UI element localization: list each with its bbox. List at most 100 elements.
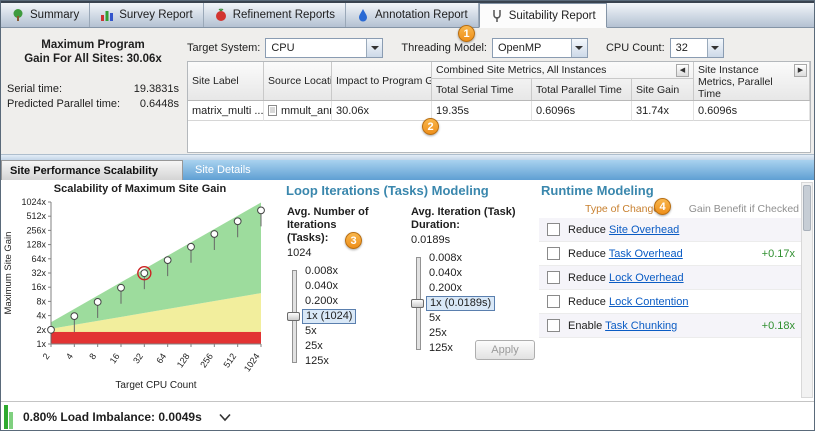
cell-site-gain[interactable]: 31.74x: [632, 101, 694, 121]
slider-option[interactable]: 25x: [302, 339, 356, 354]
threading-model-value: OpenMP: [498, 42, 541, 54]
target-system-label: Target System:: [187, 42, 260, 54]
cell-source-location[interactable]: mmult_ann ...: [264, 101, 332, 121]
runtime-change-link[interactable]: Lock Overhead: [609, 272, 684, 284]
column-header-total-serial-time[interactable]: Total Serial Time: [432, 79, 532, 100]
slider-option[interactable]: 0.008x: [426, 251, 495, 266]
runtime-change-checkbox[interactable]: [547, 319, 560, 332]
report-tabbar: Summary Survey Report Refinement Reports…: [1, 1, 814, 28]
table-row[interactable]: matrix_multi ... mmult_ann ... 30.06x 19…: [188, 101, 810, 121]
cell-impact[interactable]: 30.06x: [332, 101, 432, 121]
svg-text:2: 2: [41, 351, 52, 361]
scroll-left-icon[interactable]: ◀: [676, 64, 689, 77]
cell-total-parallel-time[interactable]: 0.6096s: [532, 101, 632, 121]
tab-summary[interactable]: Summary: [1, 3, 90, 27]
svg-text:128x: 128x: [26, 240, 46, 250]
slider-option[interactable]: 0.040x: [426, 266, 495, 281]
svg-text:1024: 1024: [242, 351, 262, 373]
slider-options: 0.008x0.040x0.200x1x (1024)5x25x125x: [302, 264, 356, 369]
svg-text:32x: 32x: [31, 268, 46, 278]
runtime-change-checkbox[interactable]: [547, 247, 560, 260]
serial-time-label: Serial time:: [7, 82, 62, 97]
column-header-total-parallel-time[interactable]: Total Parallel Time: [532, 79, 632, 100]
runtime-change-label: Reduce Task Overhead: [568, 248, 762, 260]
runtime-change-checkbox[interactable]: [547, 223, 560, 236]
column-header-site-label[interactable]: Site Label: [188, 62, 264, 100]
threading-model-select[interactable]: OpenMP: [492, 38, 588, 58]
duration-modeling-column: Avg. Iteration (Task) Duration: 0.0189s …: [411, 206, 531, 356]
vertical-scrollbar[interactable]: [801, 182, 813, 398]
slider-option[interactable]: 125x: [302, 354, 356, 369]
slider-option[interactable]: 0.040x: [302, 279, 356, 294]
svg-text:32: 32: [131, 351, 145, 365]
tab-suitability-report[interactable]: Suitability Report: [479, 3, 607, 28]
gain-summary: Maximum Program Gain For All Sites: 30.0…: [7, 38, 179, 112]
column-header-source-location[interactable]: Source Location: [264, 62, 332, 100]
slider-handle[interactable]: [287, 312, 300, 321]
tab-site-details[interactable]: Site Details: [195, 164, 251, 176]
slider-track[interactable]: [287, 264, 302, 369]
tab-label: Suitability Report: [509, 10, 596, 22]
tab-site-performance-scalability[interactable]: Site Performance Scalability: [1, 160, 183, 180]
runtime-modeling-rows: Reduce Site OverheadReduce Task Overhead…: [539, 218, 801, 338]
apply-button[interactable]: Apply: [475, 340, 535, 360]
slider-option[interactable]: 0.200x: [302, 294, 356, 309]
step-badge-3: 3: [345, 232, 362, 249]
dropdown-arrow-icon[interactable]: [571, 39, 587, 57]
slider-option[interactable]: 25x: [426, 326, 495, 341]
slider-track[interactable]: [411, 251, 426, 356]
duration-label-line2: Duration:: [411, 219, 531, 232]
runtime-change-label: Reduce Lock Contention: [568, 296, 795, 308]
step-badge-4: 4: [654, 198, 671, 215]
survey-report-icon: [100, 8, 114, 22]
tab-annotation-report[interactable]: Annotation Report: [346, 3, 479, 27]
svg-text:128: 128: [175, 351, 192, 369]
svg-text:8x: 8x: [36, 296, 46, 306]
cpu-count-select[interactable]: 32: [670, 38, 724, 58]
load-imbalance-bar: 0.80% Load Imbalance: 0.0049s: [1, 401, 814, 431]
load-imbalance-bars-icon: [4, 405, 13, 429]
gain-benefit-value: +0.17x: [762, 248, 795, 260]
cpu-count-label: CPU Count:: [606, 42, 665, 54]
site-metrics-table: Site Label Source Location Impact to Pro…: [187, 61, 811, 153]
slider-option[interactable]: 5x: [426, 311, 495, 326]
dropdown-arrow-icon[interactable]: [366, 39, 382, 57]
scrollbar-thumb[interactable]: [803, 185, 811, 231]
iterations-slider: 0.008x0.040x0.200x1x (1024)5x25x125x: [287, 264, 407, 369]
threading-model-label: Threading Model:: [401, 42, 487, 54]
target-system-select[interactable]: CPU: [265, 38, 383, 58]
column-header-site-gain[interactable]: Site Gain: [632, 79, 694, 100]
cell-instance-parallel-time[interactable]: 0.6096s: [694, 101, 810, 121]
column-header-impact[interactable]: Impact to Program Gain: [332, 62, 432, 100]
predicted-parallel-time-value: 0.6448s: [140, 97, 179, 112]
slider-option[interactable]: 5x: [302, 324, 356, 339]
slider-option[interactable]: 0.200x: [426, 281, 495, 296]
chevron-down-icon[interactable]: [218, 413, 232, 422]
runtime-change-checkbox[interactable]: [547, 271, 560, 284]
runtime-change-link[interactable]: Task Chunking: [605, 320, 677, 332]
slider-option[interactable]: 0.008x: [302, 264, 356, 279]
slider-option[interactable]: 1x (0.0189s): [426, 296, 495, 311]
max-gain-title-line1: Maximum Program: [7, 38, 179, 52]
slider-option[interactable]: 1x (1024): [302, 309, 356, 324]
runtime-change-link[interactable]: Task Overhead: [609, 248, 683, 260]
annotation-report-icon: [356, 8, 370, 22]
runtime-change-row: Enable Task Chunking+0.18x: [539, 314, 801, 338]
cell-total-serial-time[interactable]: 19.35s: [432, 101, 532, 121]
slider-handle[interactable]: [411, 299, 424, 308]
svg-text:4: 4: [64, 351, 75, 361]
tab-refinement-reports[interactable]: Refinement Reports: [204, 3, 346, 27]
runtime-change-link[interactable]: Site Overhead: [609, 224, 679, 236]
loop-iterations-modeling-heading: Loop Iterations (Tasks) Modeling: [286, 183, 489, 198]
dropdown-arrow-icon[interactable]: [707, 39, 723, 57]
step-badge-2: 2: [422, 118, 439, 135]
svg-text:8: 8: [87, 351, 98, 361]
runtime-change-checkbox[interactable]: [547, 295, 560, 308]
scroll-right-icon[interactable]: ▶: [794, 64, 807, 77]
group-header-combined-metrics: Combined Site Metrics, All Instances ◀: [432, 62, 694, 79]
cell-site-label[interactable]: matrix_multi ...: [188, 101, 264, 121]
runtime-change-link[interactable]: Lock Contention: [609, 296, 689, 308]
tab-survey-report[interactable]: Survey Report: [90, 3, 204, 27]
runtime-change-row: Reduce Site Overhead: [539, 218, 801, 242]
runtime-change-row: Reduce Task Overhead+0.17x: [539, 242, 801, 266]
